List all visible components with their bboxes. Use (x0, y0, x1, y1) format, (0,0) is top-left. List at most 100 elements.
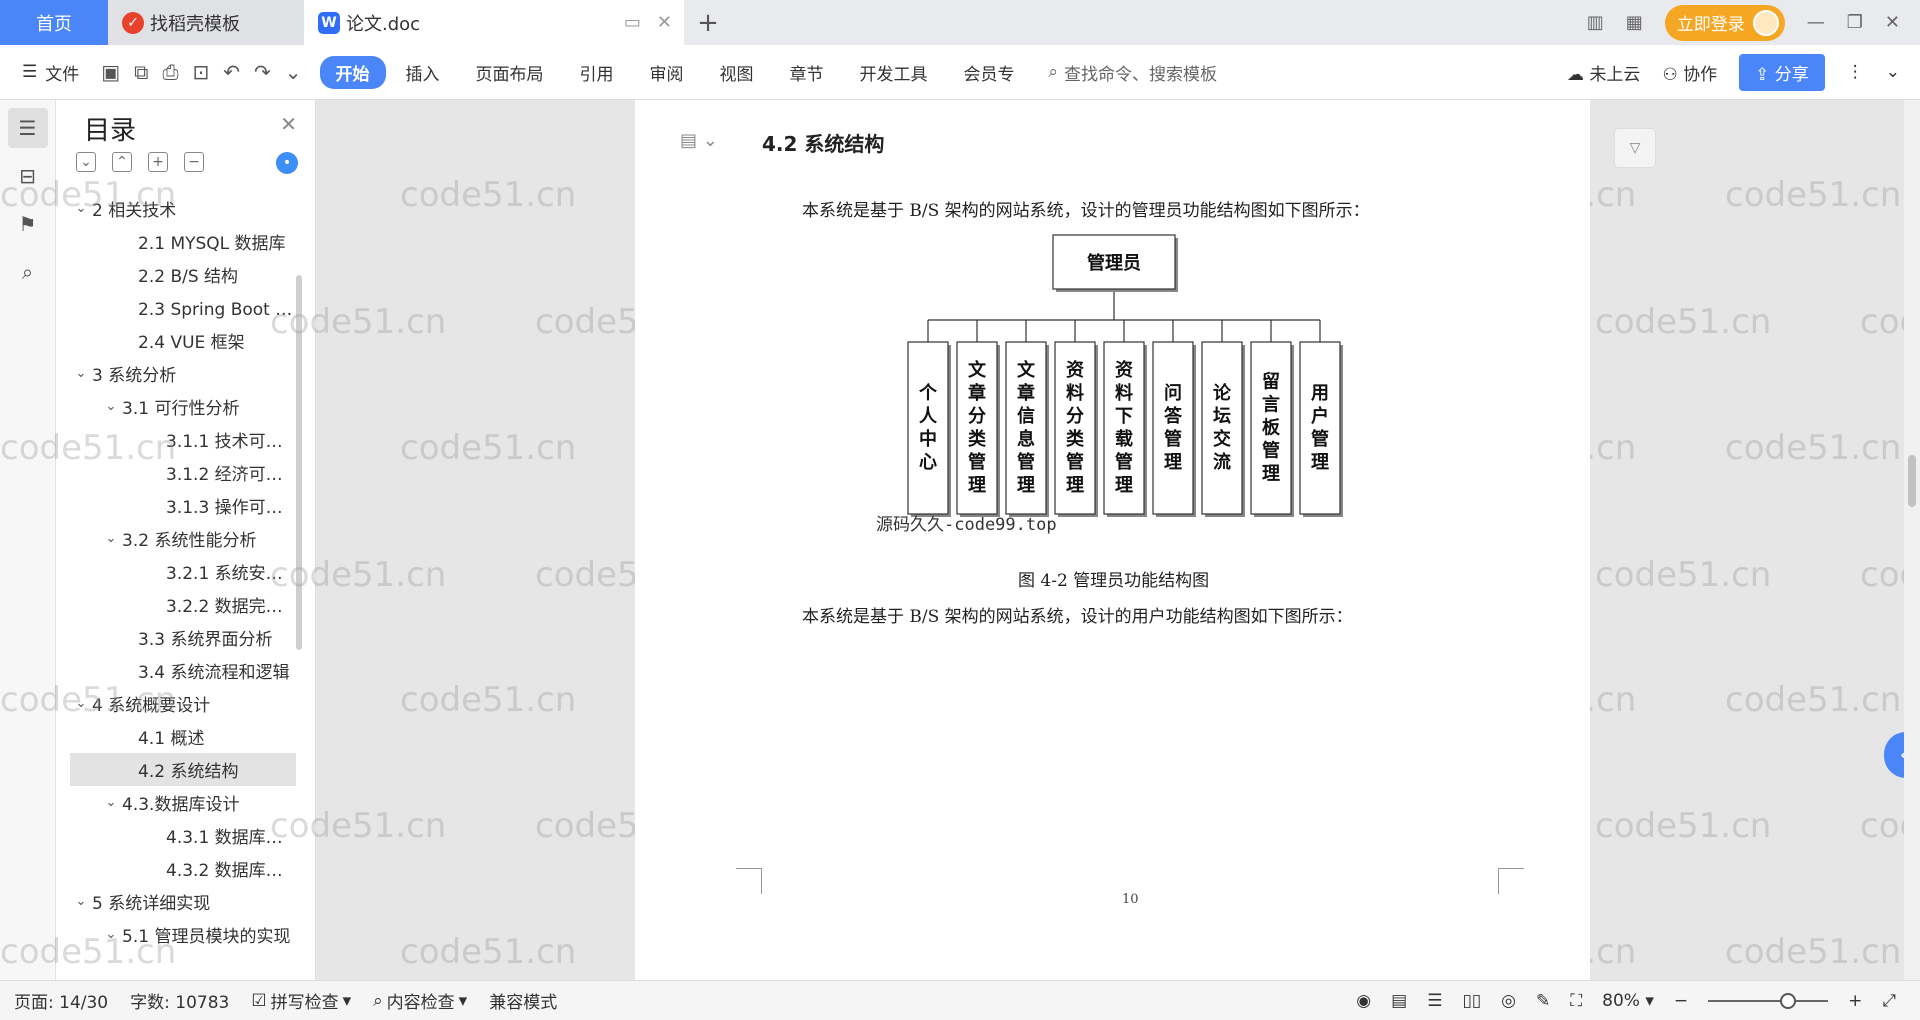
tab-insert[interactable]: 插入 (390, 56, 456, 89)
toc-item[interactable]: ⌄ 3.1 可行性分析 (70, 390, 296, 423)
chevron-down-icon[interactable]: ⌄ (285, 60, 302, 84)
new-tab-button[interactable]: + (684, 0, 732, 45)
collab-button[interactable]: ⚇ 协作 (1662, 60, 1717, 85)
toc-item[interactable]: 4.3.1 数据库实体 (70, 819, 296, 852)
zoom-out-icon[interactable]: − (1674, 991, 1688, 1011)
close-tab-icon[interactable]: ✕ (657, 12, 672, 33)
chevron-down-icon[interactable]: ⌄ (100, 927, 122, 942)
chevron-down-icon[interactable]: ⌄ (100, 399, 122, 414)
toc-item[interactable]: 3.2.1 系统安全性 (70, 555, 296, 588)
toc-item[interactable]: 3.1.3 操作可行性 (70, 489, 296, 522)
more-icon[interactable]: ⋮ (1847, 62, 1864, 82)
paragraph-admin[interactable]: 本系统是基于 B/S 架构的网站系统，设计的管理员功能结构图如下图所示： (802, 196, 1370, 221)
tab-chapter[interactable]: 章节 (774, 56, 840, 89)
smart-toc-icon[interactable]: • (276, 152, 298, 174)
expand-all-icon[interactable]: ⌄ (76, 152, 96, 172)
toc-item[interactable]: 3.3 系统界面分析 (70, 621, 296, 654)
paragraph-user[interactable]: 本系统是基于 B/S 架构的网站系统，设计的用户功能结构图如下图所示： (802, 602, 1353, 627)
toc-item[interactable]: ⌄ 3.2 系统性能分析 (70, 522, 296, 555)
zoom-in-icon[interactable]: + (1848, 991, 1862, 1011)
tab-review[interactable]: 审阅 (634, 56, 700, 89)
toc-icon[interactable]: ☰ (7, 108, 48, 148)
toc-item[interactable]: ⌄ 5 系统详细实现 (70, 885, 296, 918)
tab-member[interactable]: 会员专 (948, 56, 1031, 89)
print-icon[interactable]: ⎙ (162, 60, 178, 84)
toc-scrollbar[interactable] (296, 275, 302, 650)
file-menu[interactable]: ☰ 文件 (22, 60, 79, 85)
chevron-down-icon[interactable]: ⌄ (70, 201, 92, 216)
eye-icon[interactable]: ◉ (1356, 991, 1371, 1011)
save-icon[interactable]: ▣ (101, 60, 120, 84)
tab-references[interactable]: 引用 (564, 56, 630, 89)
section-heading[interactable]: 4.2 系统结构 (762, 128, 884, 157)
toc-item[interactable]: 3.1.1 技术可行性 (70, 423, 296, 456)
chevron-down-icon[interactable]: ⌄ (70, 696, 92, 711)
toc-item[interactable]: ⌄ 4.3.数据库设计 (70, 786, 296, 819)
pen-icon[interactable]: ✎ (1536, 991, 1550, 1011)
toc-item[interactable]: 3.1.2 经济可行性 (70, 456, 296, 489)
collapse-all-icon[interactable]: ⌃ (112, 152, 132, 172)
tab-template[interactable]: ✓ 找稻壳模板 (108, 0, 304, 45)
toc-item[interactable]: 2.4 VUE 框架 (70, 324, 296, 357)
apps-grid-icon[interactable]: ▦ (1626, 12, 1643, 33)
screen-icon[interactable]: ▭ (624, 12, 641, 33)
collapse-ribbon-icon[interactable]: ⌄ (1886, 62, 1900, 82)
toc-item[interactable]: ⌄ 3 系统分析 (70, 357, 296, 390)
chevron-down-icon[interactable]: ⌄ (100, 531, 122, 546)
tab-view[interactable]: 视图 (704, 56, 770, 89)
restore-icon[interactable]: ❐ (1847, 12, 1863, 33)
zoom-slider[interactable] (1708, 992, 1829, 1009)
fit-page-icon[interactable]: ⛶ (1570, 991, 1582, 1011)
find-icon[interactable]: ⌕ (8, 252, 48, 292)
page-view-icon[interactable]: ▤ (1391, 991, 1407, 1011)
command-search[interactable]: ⌕ 查找命令、搜索模板 (1049, 60, 1218, 85)
undo-icon[interactable]: ↶ (223, 60, 240, 84)
toc-item[interactable]: 3.4 系统流程和逻辑 (70, 654, 296, 687)
toc-item[interactable]: ⌄ 4 系统概要设计 (70, 687, 296, 720)
minimize-icon[interactable]: — (1807, 12, 1825, 33)
chevron-down-icon[interactable]: ⌄ (70, 366, 92, 381)
toc-item[interactable]: 2.2 B/S 结构 (70, 258, 296, 291)
reading-view-icon[interactable]: ▯▯ (1462, 991, 1481, 1011)
toc-item[interactable]: 2.3 Spring Boot 框架 (70, 291, 296, 324)
fullscreen-icon[interactable]: ⤢ (1882, 991, 1896, 1011)
cloud-status[interactable]: ☁ 未上云 (1567, 60, 1640, 85)
spell-check-button[interactable]: ☑ 拼写检查 ▾ (251, 988, 351, 1014)
share-button[interactable]: ⇪ 分享 (1739, 53, 1825, 91)
redo-icon[interactable]: ↷ (254, 60, 271, 84)
outline-view-icon[interactable]: ☰ (1427, 991, 1442, 1011)
toc-item[interactable]: ⌄ 5.1 管理员模块的实现 (70, 918, 296, 951)
page-count[interactable]: 页面: 14/30 (14, 988, 108, 1013)
figure-caption[interactable]: 图 4-2 管理员功能结构图 (1018, 566, 1209, 591)
toc-item[interactable]: 4.3.2 数据库设计表 (70, 852, 296, 885)
toc-item[interactable]: 2.1 MYSQL 数据库 (70, 225, 296, 258)
tab-developer[interactable]: 开发工具 (844, 56, 944, 89)
toc-item[interactable]: ⌄ 2 相关技术 (70, 192, 296, 225)
vertical-scrollbar[interactable] (1904, 100, 1920, 980)
layout-icon[interactable]: ▥ (1587, 12, 1604, 33)
chapter-nav-icon[interactable]: ⊟ (8, 156, 48, 196)
preview-icon[interactable]: ⊡ (192, 60, 209, 84)
word-count[interactable]: 字数: 10783 (130, 988, 229, 1013)
zoom-level[interactable]: 80% ▾ (1602, 991, 1654, 1011)
toc-item[interactable]: 4.1 概述 (70, 720, 296, 753)
fold-panel-icon[interactable]: ▽ (1614, 128, 1656, 168)
web-view-icon[interactable]: ◎ (1501, 991, 1516, 1011)
scroll-thumb[interactable] (1908, 455, 1916, 507)
tab-home[interactable]: 首页 (0, 0, 108, 45)
tab-document[interactable]: W 论文.doc ▭ ✕ (304, 0, 684, 45)
toc-item[interactable]: 4.2 系统结构 (70, 753, 296, 786)
login-button[interactable]: 立即登录 (1664, 4, 1785, 41)
close-icon[interactable]: ✕ (280, 112, 297, 136)
chevron-down-icon[interactable]: ⌄ (70, 894, 92, 909)
chevron-down-icon[interactable]: ⌄ (100, 795, 122, 810)
zoom-knob[interactable] (1780, 992, 1797, 1009)
close-window-icon[interactable]: ✕ (1885, 12, 1900, 33)
add-level-icon[interactable]: + (148, 152, 168, 172)
paragraph-style-icon[interactable]: ▤ ⌄ (680, 130, 718, 151)
bookmark-icon[interactable]: ⚑ (8, 204, 48, 244)
export-icon[interactable]: ⧉ (134, 60, 148, 84)
toc-item[interactable]: 3.2.2 数据完整性 (70, 588, 296, 621)
remove-level-icon[interactable]: − (184, 152, 204, 172)
tab-page-layout[interactable]: 页面布局 (460, 56, 560, 89)
